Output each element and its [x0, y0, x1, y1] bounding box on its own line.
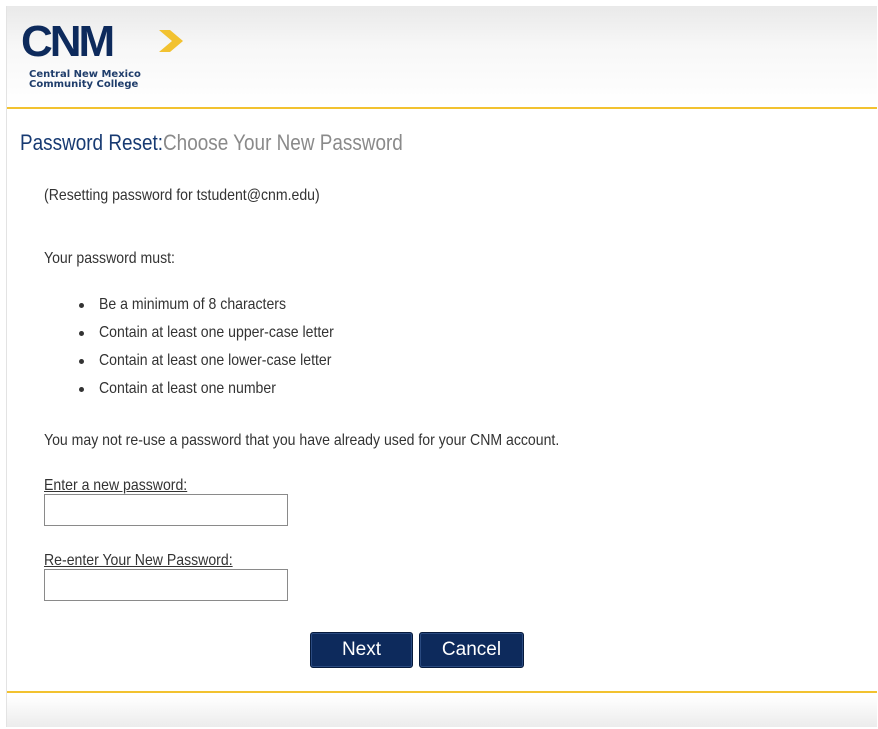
bullet-icon [79, 387, 84, 392]
chevron-right-icon [159, 30, 183, 52]
logo-wordmark: CNM [21, 17, 115, 66]
logo-subtitle: Central New Mexico Community College [29, 70, 141, 90]
footer-divider [7, 691, 877, 693]
bullet-icon [79, 303, 84, 308]
bullet-icon [79, 331, 84, 336]
page-title: Password Reset:Choose Your New Password [20, 130, 403, 156]
confirm-password-input[interactable] [44, 569, 288, 601]
bullet-icon [79, 359, 84, 364]
next-button[interactable]: Next [310, 632, 413, 668]
page-title-main: Password Reset: [20, 130, 164, 155]
resetting-account-text: (Resetting password for tstudent@cnm.edu… [44, 187, 320, 204]
page-title-sub: Choose Your New Password [163, 130, 403, 155]
cnm-logo: CNM Central New Mexico Community College [21, 18, 191, 98]
confirm-password-label: Re-enter Your New Password: [44, 552, 233, 569]
requirement-text: Contain at least one upper-case letter [99, 324, 334, 341]
header: CNM Central New Mexico Community College [7, 6, 877, 106]
logo-subtitle-line2: Community College [29, 79, 139, 90]
new-password-label: Enter a new password: [44, 477, 188, 494]
requirement-text: Contain at least one number [99, 380, 276, 397]
header-divider [7, 107, 877, 109]
requirements-heading: Your password must: [44, 250, 175, 267]
reuse-notice: You may not re-use a password that you h… [44, 432, 560, 449]
requirement-text: Contain at least one lower-case letter [99, 352, 332, 369]
cancel-button[interactable]: Cancel [419, 632, 524, 668]
requirement-text: Be a minimum of 8 characters [99, 296, 287, 313]
new-password-input[interactable] [44, 494, 288, 526]
page-container: CNM Central New Mexico Community College… [6, 6, 877, 727]
